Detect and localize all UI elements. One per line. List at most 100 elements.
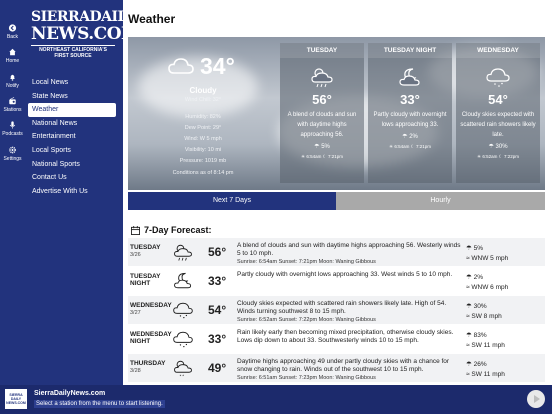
row-temp: 54° — [208, 303, 227, 317]
forecast-row[interactable]: WEDNESDAY NIGHT 33° Rain likely early th… — [128, 325, 545, 354]
forecast-card-title: WEDNESDAY — [456, 43, 540, 58]
wind-value: WNW 5 mph — [471, 255, 509, 262]
current-conditions: 34° Cloudy Wind Chill: 32° Humidity: 82%… — [128, 37, 278, 190]
forecast-row[interactable]: WEDNESDAY 3/27 54° Cloudy skies expected… — [128, 296, 545, 325]
sidebar-item-contact-us[interactable]: Contact Us — [28, 171, 116, 185]
umbrella-icon: ☂ — [466, 361, 472, 368]
current-detail: Wind: W 5 mph — [184, 136, 222, 142]
rail-back[interactable]: Back — [0, 24, 25, 40]
logo-line-1: SIERRADAILY — [31, 9, 136, 25]
sidebar-item-national-news[interactable]: National News — [28, 117, 116, 131]
forecast-card-sun: ☀ 6:54am ☾ 7:21pm — [280, 154, 364, 160]
rail-home[interactable]: Home — [0, 48, 25, 64]
rail-podcasts-label: Podcasts — [2, 131, 23, 137]
partly-cloudy-rain-icon — [174, 244, 192, 261]
logo-line-2: NEWS.COM — [31, 24, 140, 44]
sidebar-item-advertise[interactable]: Advertise With Us — [28, 185, 116, 199]
row-text: Rain likely early then becoming mixed pr… — [237, 329, 454, 344]
sidebar-item-national-sports[interactable]: National Sports — [28, 158, 116, 172]
forecast-row[interactable]: TUESDAY 3/26 56° A blend of clouds and s… — [128, 238, 545, 267]
umbrella-icon: ☂ — [402, 134, 408, 140]
svg-text:* *: * * — [180, 373, 185, 378]
play-button[interactable] — [527, 390, 545, 408]
forecast-card-precip: ☂ 5% — [280, 143, 364, 150]
wind-icon: ≈ — [466, 371, 470, 378]
precip-value: 5% — [321, 144, 330, 150]
tab-hourly[interactable]: Hourly — [336, 192, 545, 210]
row-temp: 56° — [208, 245, 227, 259]
weather-hero: 34° Cloudy Wind Chill: 32° Humidity: 82%… — [128, 37, 545, 190]
row-text: A blend of clouds and sun with daytime h… — [237, 242, 461, 257]
sunset-value: 7:21pm — [415, 144, 431, 149]
row-wind: ≈ SW 8 mph — [466, 313, 502, 320]
sidebar-item-local-news[interactable]: Local News — [28, 76, 116, 90]
forecast-row[interactable]: THURSDAY 3/28 * * 49° Daytime highs appr… — [128, 354, 545, 383]
umbrella-icon: ☂ — [466, 303, 472, 310]
sidebar-item-entertainment[interactable]: Entertainment — [28, 130, 116, 144]
forecast-card-precip: ☂ 30% — [456, 143, 540, 150]
forecast-card-sun: ☀ 6:52am ☾ 7:22pm — [456, 154, 540, 160]
row-description: Partly cloudy with overnight lows approa… — [237, 271, 463, 279]
calendar-icon — [131, 226, 140, 236]
sunrise-icon: ☀ — [477, 154, 482, 159]
rail-notify[interactable]: Notify — [0, 73, 25, 89]
cloud-rain-icon — [486, 68, 510, 87]
tab-next-7-days[interactable]: Next 7 Days — [128, 192, 336, 210]
row-description: Cloudy skies expected with scattered rai… — [237, 300, 463, 324]
umbrella-icon: ☂ — [314, 144, 320, 150]
forecast-card[interactable]: TUESDAY 56° A blend of clouds and sun wi… — [280, 43, 364, 183]
wind-icon: ≈ — [466, 255, 470, 262]
row-sun-moon: Sunrise: 6:51am Sunset: 7:23pm Moon: Wan… — [237, 375, 376, 381]
rail-settings-label: Settings — [3, 156, 22, 162]
wind-icon: ≈ — [466, 313, 470, 320]
audio-player-bar: SIERRA DAILY NEWS.COM SierraDailyNews.co… — [0, 385, 552, 414]
current-detail: Pressure: 1019 mb — [179, 158, 227, 164]
umbrella-icon: ☂ — [466, 274, 472, 281]
forecast-card[interactable]: TUESDAY NIGHT 33° Partly cloudy with ove… — [368, 43, 452, 183]
forecast-card[interactable]: WEDNESDAY 54° Cloudy skies expected with… — [456, 43, 540, 183]
precip-value: 30% — [473, 303, 487, 310]
logo-tagline-2: FIRST SOURCE — [54, 53, 92, 59]
station-name: SierraDailyNews.com — [34, 390, 106, 397]
forecast-list: TUESDAY 3/26 56° A blend of clouds and s… — [128, 238, 545, 383]
play-icon — [534, 395, 540, 403]
station-logo: SIERRA DAILY NEWS.COM — [5, 389, 27, 409]
row-sun-moon: Sunrise: 6:54am Sunset: 7:21pm Moon: Wan… — [237, 259, 376, 265]
rail-stations[interactable]: Stations — [0, 97, 25, 113]
current-condition: Cloudy — [189, 86, 217, 95]
partly-cloudy-snow-icon: * * — [174, 360, 192, 378]
forecast-card-precip: ☂ 2% — [368, 133, 452, 140]
sidebar-item-state-news[interactable]: State News — [28, 90, 116, 104]
row-wind: ≈ SW 11 mph — [466, 342, 505, 349]
row-date: 3/26 — [130, 252, 141, 258]
section-title-text: 7-Day Forecast: — [144, 225, 212, 235]
site-logo[interactable]: SIERRADAILY NEWS.COM NORTHEAST CALIFORNI… — [31, 9, 140, 67]
sunrise-icon: ☀ — [389, 144, 394, 149]
row-date: 3/27 — [130, 310, 141, 316]
forecast-card-desc: Cloudy skies expected with scattered rai… — [460, 112, 536, 138]
row-temp: 49° — [208, 361, 227, 375]
row-text: Cloudy skies expected with scattered rai… — [237, 300, 447, 315]
row-day: WEDNESDAY — [130, 302, 172, 309]
row-precip: ☂ 26% — [466, 360, 487, 368]
precip-value: 5% — [473, 245, 484, 252]
row-text: Partly cloudy with overnight lows approa… — [237, 271, 453, 278]
current-detail: Humidity: 82% — [185, 114, 221, 120]
current-temp: 34° — [200, 53, 235, 79]
row-precip: ☂ 83% — [466, 331, 487, 339]
moon-icon: ☾ — [498, 154, 503, 159]
sidebar-item-local-sports[interactable]: Local Sports — [28, 144, 116, 158]
wind-icon: ≈ — [466, 284, 470, 291]
current-detail: Visibility: 10 mi — [184, 147, 222, 153]
forecast-row[interactable]: TUESDAY NIGHT 33° Partly cloudy with ove… — [128, 267, 545, 296]
rail-podcasts[interactable]: Podcasts — [0, 121, 25, 137]
sunset-value: 7:22pm — [503, 154, 519, 159]
row-description: Daytime highs approaching 49 under partl… — [237, 358, 463, 382]
row-text: Daytime highs approaching 49 under partl… — [237, 358, 450, 373]
forecast-card-title: TUESDAY — [280, 43, 364, 58]
sidebar-item-weather[interactable]: Weather — [28, 103, 116, 117]
rail-settings[interactable]: Settings — [0, 146, 25, 162]
wind-chill: Wind Chill: 32° — [184, 97, 222, 103]
row-sun-moon: Sunrise: 6:52am Sunset: 7:22pm Moon: Wan… — [237, 317, 376, 323]
sunset-value: 7:21pm — [327, 154, 343, 159]
